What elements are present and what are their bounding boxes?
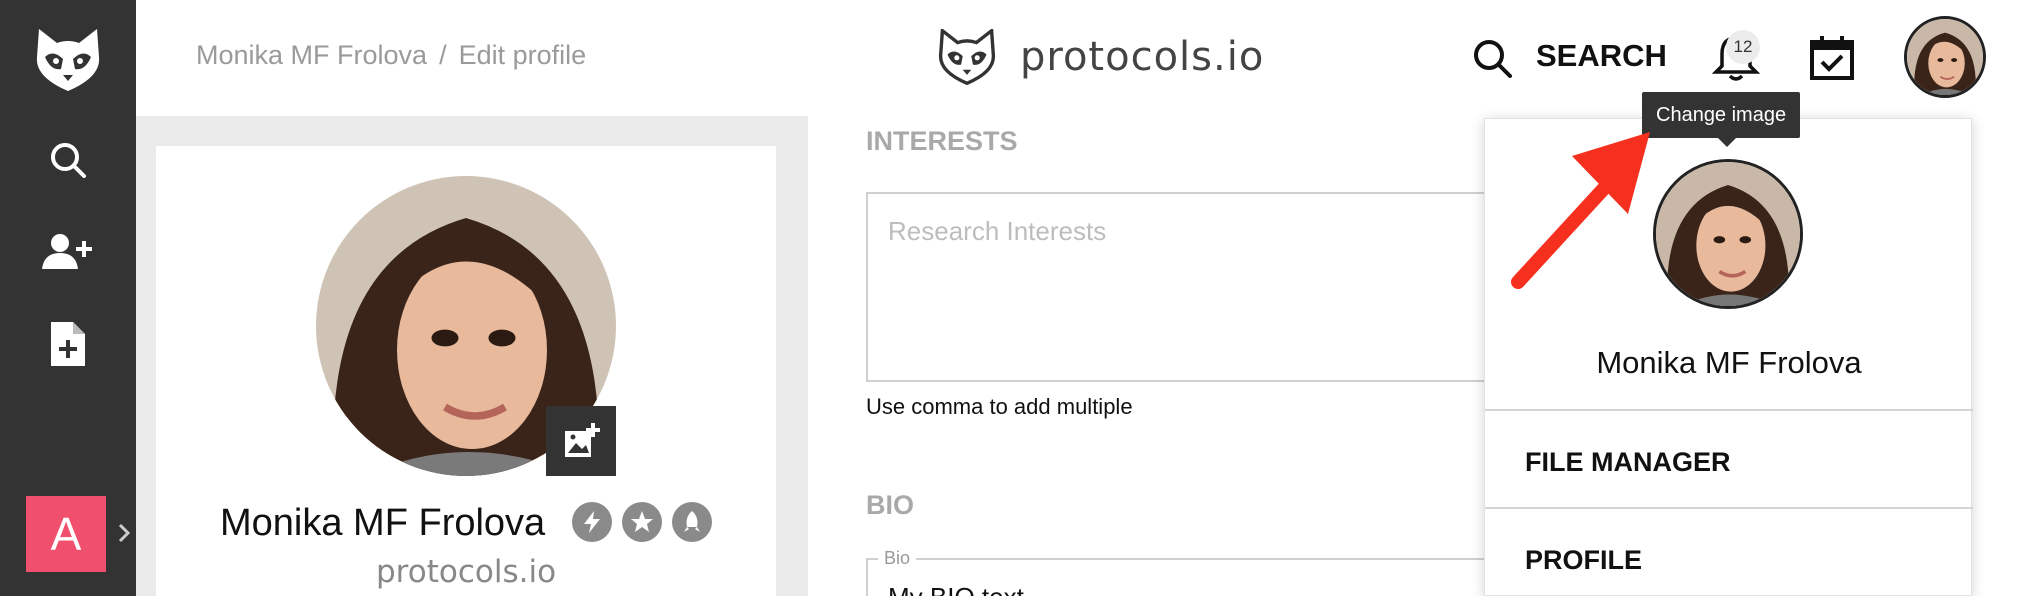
notification-count-badge: 12 (1726, 30, 1760, 64)
brand-logo[interactable]: protocols.io (936, 24, 1264, 90)
workspace-letter: A (50, 508, 82, 560)
workspace-avatar[interactable]: A (26, 496, 106, 572)
star-badge-icon[interactable] (622, 502, 662, 542)
menu-item-file-manager[interactable]: FILE MANAGER (1525, 447, 1731, 478)
search-icon[interactable] (1470, 36, 1514, 80)
chevron-right-icon[interactable] (116, 520, 132, 546)
achievement-badges (572, 502, 712, 542)
dropdown-user-name: Monika MF Frolova (1596, 345, 1862, 380)
profile-card: Monika MF Frolova protocols.io (156, 146, 776, 596)
dropdown-divider (1485, 409, 1973, 411)
profile-organization: protocols.io (376, 554, 557, 590)
change-photo-button[interactable] (546, 406, 616, 476)
research-interests-input[interactable]: Research Interests (866, 192, 1506, 382)
lightning-badge-icon[interactable] (572, 502, 612, 542)
breadcrumb-user-link[interactable]: Monika MF Frolova (196, 40, 427, 71)
annotation-arrow-icon (1511, 132, 1650, 289)
interests-section-title: INTERESTS (866, 126, 1018, 156)
sidebar: A (0, 0, 136, 596)
user-photo (1907, 19, 1983, 95)
add-person-icon[interactable] (0, 224, 136, 280)
search-button[interactable]: SEARCH (1536, 38, 1667, 74)
user-avatar-button[interactable] (1904, 16, 1986, 98)
change-image-tooltip: Change image (1642, 92, 1801, 138)
new-file-icon[interactable] (0, 314, 136, 374)
dropdown-avatar-change-image[interactable] (1653, 159, 1803, 309)
search-icon[interactable] (0, 132, 136, 188)
dropdown-divider (1485, 507, 1973, 509)
raccoon-logo-icon (938, 29, 996, 85)
logo-icon[interactable] (0, 22, 136, 98)
calendar-check-icon[interactable] (1808, 34, 1856, 82)
breadcrumb-separator: / (439, 40, 447, 70)
rocket-badge-icon[interactable] (672, 502, 712, 542)
research-interests-placeholder: Research Interests (888, 216, 1107, 246)
add-photo-icon (565, 423, 600, 457)
bio-field-label: Bio (878, 548, 917, 569)
menu-item-profile[interactable]: PROFILE (1525, 545, 1642, 576)
interests-helper-text: Use comma to add multiple (866, 394, 1133, 419)
breadcrumb-current-page: Edit profile (458, 40, 587, 70)
bio-section-title: BIO (866, 490, 915, 520)
profile-name: Monika MF Frolova (220, 502, 546, 544)
brand-name: protocols.io (1020, 34, 1265, 80)
bio-value: My BIO text (888, 582, 1024, 596)
breadcrumb: Monika MF Frolova / Edit profile (196, 40, 586, 71)
tooltip-arrow (1718, 138, 1736, 147)
bio-textarea[interactable]: Bio My BIO text (866, 548, 1506, 596)
